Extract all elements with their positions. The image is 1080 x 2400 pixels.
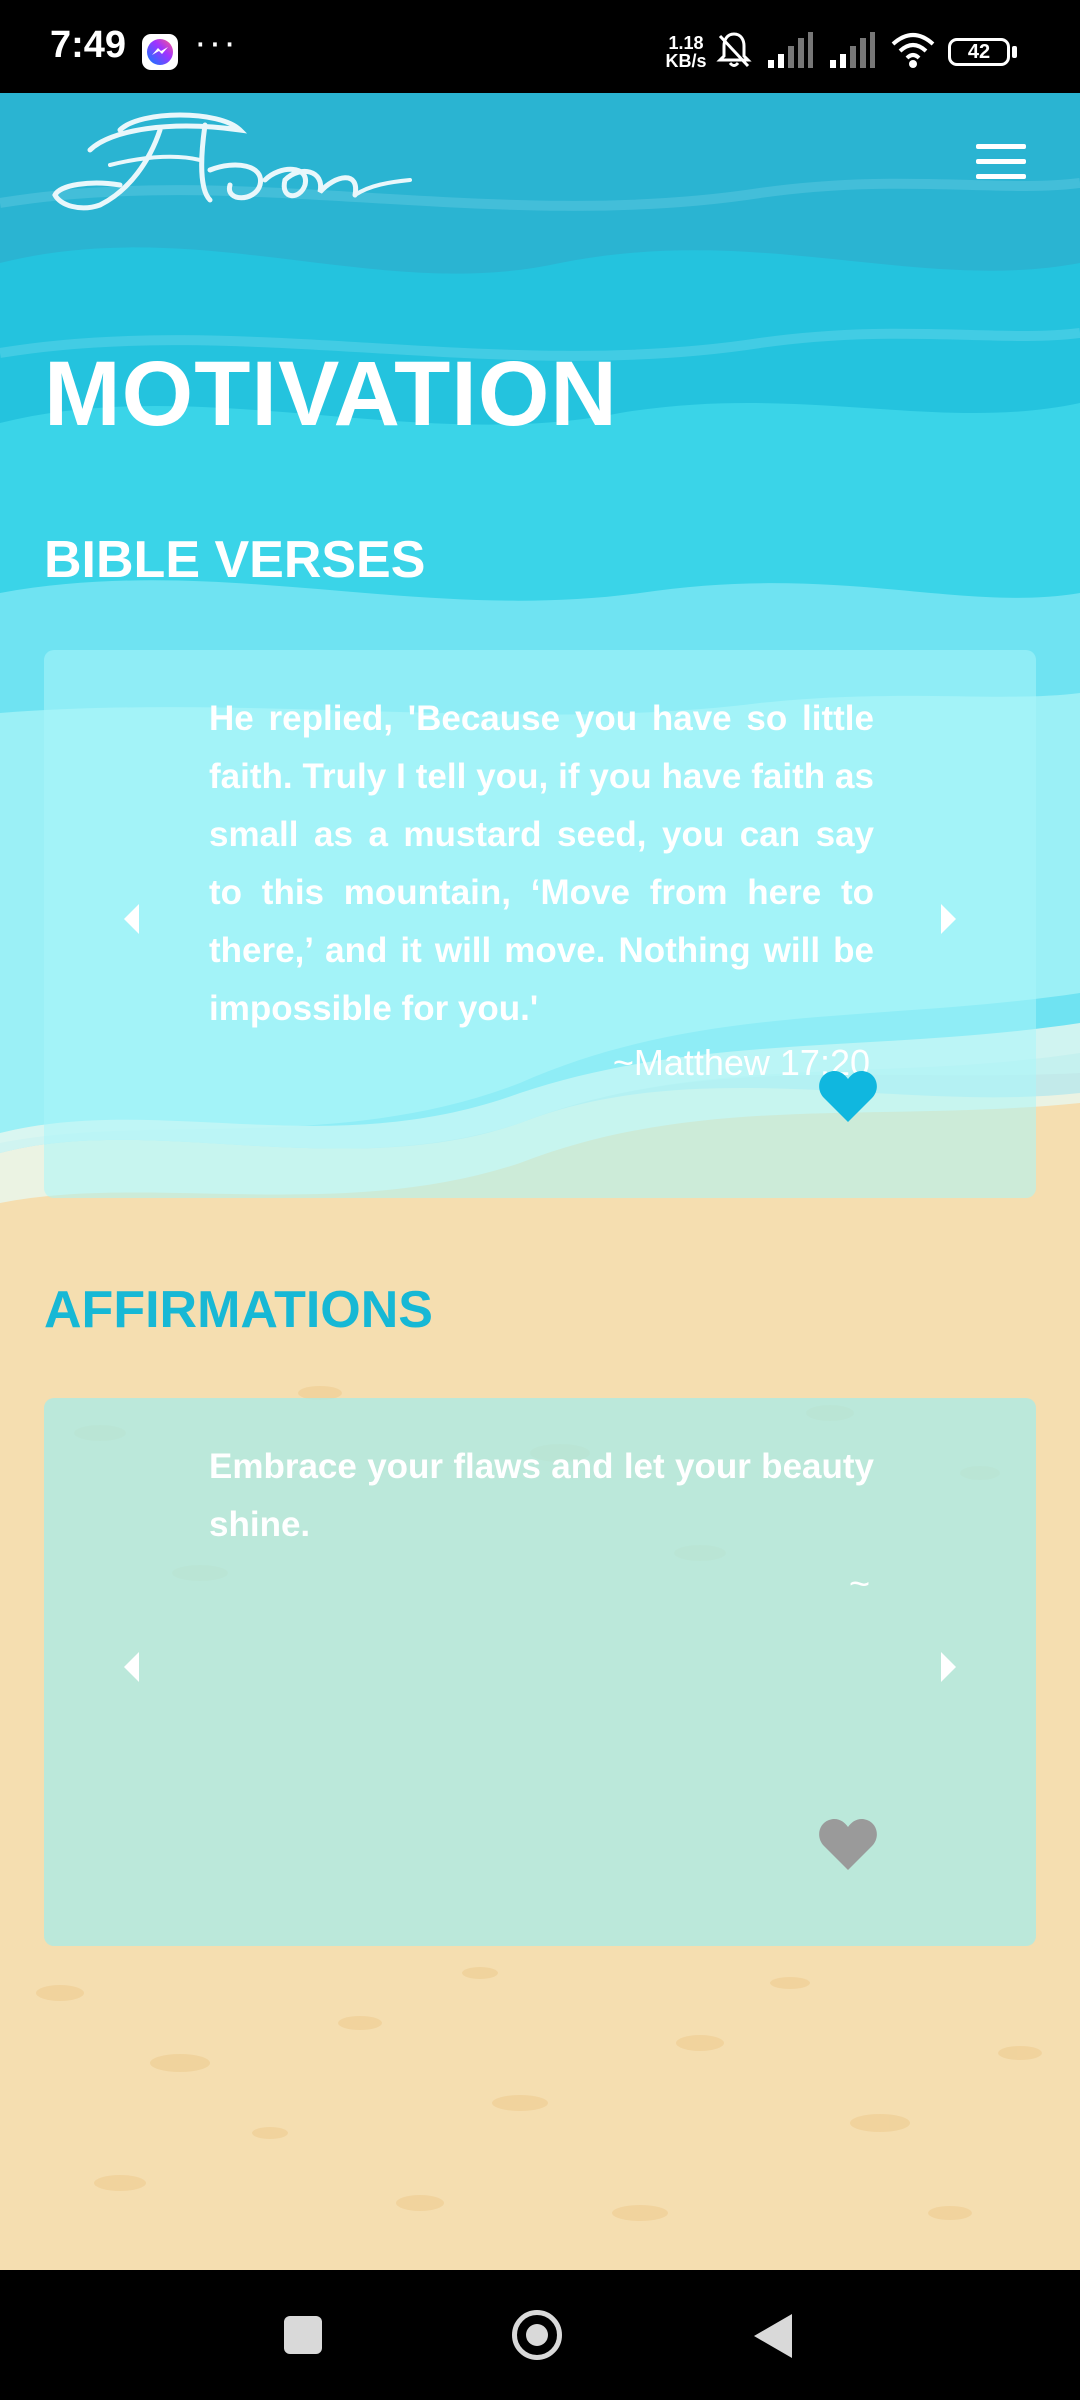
back-icon[interactable] bbox=[754, 2314, 792, 2358]
favorite-heart-icon[interactable] bbox=[818, 1816, 878, 1872]
affirmation-card: Embrace your flaws and let your beauty s… bbox=[44, 1398, 1036, 1946]
signal-icon bbox=[768, 32, 813, 68]
net-speed-value: 1.18 bbox=[668, 33, 704, 53]
menu-line bbox=[976, 144, 1026, 149]
bell-muted-icon bbox=[716, 32, 752, 68]
previous-verse-arrow-icon[interactable] bbox=[124, 904, 139, 934]
menu-line bbox=[976, 174, 1026, 179]
battery-level: 42 bbox=[967, 40, 991, 63]
next-verse-arrow-icon[interactable] bbox=[941, 904, 956, 934]
net-speed-unit: KB/s bbox=[665, 51, 707, 71]
status-bar: 7:49 ··· 1.18 KB/s 42 bbox=[0, 0, 1080, 93]
bible-verses-heading: BIBLE VERSES bbox=[44, 531, 426, 589]
system-navigation-bar bbox=[0, 2270, 1080, 2400]
affirmation-text: Embrace your flaws and let your beauty s… bbox=[209, 1447, 874, 1544]
status-icons bbox=[716, 30, 936, 70]
page-title: MOTIVATION bbox=[44, 343, 618, 445]
signal-icon-2 bbox=[830, 32, 875, 68]
affirmations-heading: AFFIRMATIONS bbox=[44, 1281, 433, 1339]
bible-verse-card: He replied, 'Because you have so little … bbox=[44, 650, 1036, 1198]
network-speed: 1.18 KB/s bbox=[664, 34, 708, 70]
battery-tip bbox=[1012, 46, 1017, 58]
elon-logo bbox=[52, 112, 412, 211]
messenger-icon bbox=[142, 34, 178, 70]
more-notifications-icon: ··· bbox=[194, 22, 238, 64]
status-time: 7:49 bbox=[50, 24, 127, 66]
home-icon[interactable] bbox=[512, 2310, 562, 2360]
next-affirmation-arrow-icon[interactable] bbox=[941, 1652, 956, 1682]
wifi-icon bbox=[891, 33, 935, 68]
menu-line bbox=[976, 159, 1026, 164]
favorite-heart-icon[interactable] bbox=[818, 1068, 878, 1124]
recent-apps-icon[interactable] bbox=[284, 2316, 322, 2354]
bible-verse-text: He replied, 'Because you have so little … bbox=[209, 699, 874, 1028]
affirmation-reference: ~ bbox=[848, 1563, 870, 1604]
battery-icon: 42 bbox=[948, 38, 1010, 66]
previous-affirmation-arrow-icon[interactable] bbox=[124, 1652, 139, 1682]
hamburger-menu-icon[interactable] bbox=[976, 144, 1026, 182]
